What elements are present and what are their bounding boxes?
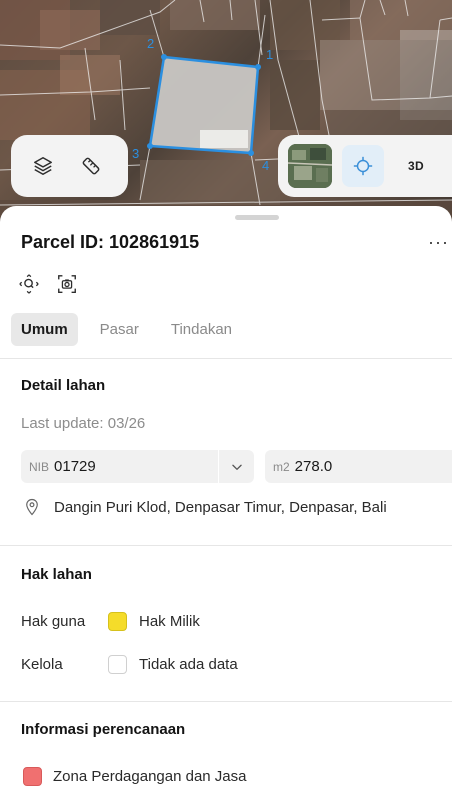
tab-umum[interactable]: Umum — [11, 313, 78, 346]
crosshair-icon — [353, 156, 373, 176]
ruler-icon — [82, 157, 100, 175]
view-3d-button[interactable]: 3D — [408, 159, 424, 173]
hak-guna-swatch — [108, 612, 127, 631]
vertex-label-2: 2 — [147, 36, 155, 51]
vertex-label-1: 1 — [266, 47, 274, 62]
parcel-vertex-3 — [248, 150, 254, 156]
kelola-value: Tidak ada data — [139, 656, 238, 673]
location-pin-icon — [26, 498, 38, 516]
map-view[interactable]: 1 2 3 4 3D — [0, 0, 452, 230]
screenshot-icon — [58, 275, 76, 293]
planning-heading: Informasi perencanaan — [21, 721, 186, 738]
area-unit-prefix: m2 — [273, 459, 290, 474]
hak-lahan-heading: Hak lahan — [21, 566, 92, 583]
sheet-drag-handle[interactable] — [235, 215, 279, 220]
measure-button[interactable] — [79, 154, 103, 178]
map-tools-panel — [11, 135, 128, 197]
layers-icon — [34, 157, 52, 175]
vertex-label-3: 3 — [132, 146, 140, 161]
parcel-actions — [18, 273, 78, 295]
layers-button[interactable] — [31, 154, 55, 178]
parcel-vertex-1 — [161, 54, 167, 60]
hak-guna-label: Hak guna — [21, 613, 86, 630]
map-view-panel: 3D — [278, 135, 452, 197]
zoom-to-parcel-icon — [19, 274, 39, 294]
address-row: Dangin Puri Klod, Denpasar Timur, Denpas… — [23, 498, 387, 516]
more-options-button[interactable]: ··· — [428, 232, 449, 253]
nib-field[interactable]: NIB 01729 — [21, 450, 218, 483]
nib-dropdown-button[interactable] — [219, 450, 254, 483]
last-update-text: Last update: 03/26 — [21, 415, 146, 432]
area-field[interactable]: m2 278.0 — [265, 450, 452, 483]
satellite-thumbnail-icon — [288, 144, 332, 188]
nib-prefix: NIB — [29, 459, 50, 474]
kelola-swatch — [108, 655, 127, 674]
screenshot-button[interactable] — [56, 273, 78, 295]
locate-button[interactable] — [342, 145, 384, 187]
tab-bar: Umum Pasar Tindakan — [11, 313, 242, 346]
zone-swatch — [23, 767, 42, 786]
parcel-vertex-4 — [147, 143, 153, 149]
kelola-label: Kelola — [21, 656, 63, 673]
address-text: Dangin Puri Klod, Denpasar Timur, Denpas… — [54, 498, 387, 516]
zone-text: Zona Perdagangan dan Jasa — [53, 768, 247, 785]
hak-guna-value: Hak Milik — [139, 613, 200, 630]
chevron-down-icon — [231, 464, 242, 470]
tab-pasar[interactable]: Pasar — [90, 313, 149, 346]
vertex-label-4: 4 — [262, 158, 270, 173]
divider — [0, 358, 452, 359]
area-value: 278.0 — [294, 458, 333, 475]
basemap-thumbnail-button[interactable] — [288, 144, 332, 188]
detail-lahan-heading: Detail lahan — [21, 377, 106, 394]
parcel-title: Parcel ID: 102861915 — [21, 232, 200, 252]
parcel-vertex-2 — [255, 64, 261, 70]
divider — [0, 545, 452, 546]
nib-value: 01729 — [54, 458, 96, 475]
parcel-details-sheet: Parcel ID: 102861915 ··· Umum Pasar Tind… — [0, 206, 452, 804]
zoom-to-parcel-button[interactable] — [18, 273, 40, 295]
tab-tindakan[interactable]: Tindakan — [161, 313, 242, 346]
divider — [0, 701, 452, 702]
